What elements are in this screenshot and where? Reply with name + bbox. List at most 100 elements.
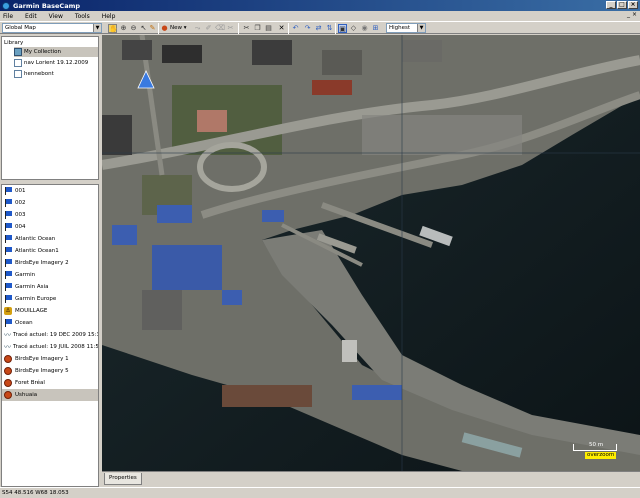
toolbar-separator <box>335 23 336 34</box>
list-icon <box>14 59 22 67</box>
zoom-out-icon[interactable]: ⊖ <box>129 24 138 33</box>
list-icon <box>14 70 22 78</box>
library-item-label: hennebont <box>24 71 54 77</box>
tab-properties[interactable]: Properties <box>104 473 142 485</box>
receive-from-device-icon[interactable]: ⇅ <box>325 24 334 33</box>
copy-icon[interactable]: ❐ <box>253 24 262 33</box>
edit-tool-icon[interactable]: ✐ <box>204 24 213 33</box>
list-item[interactable]: Ocean <box>2 317 98 329</box>
list-item[interactable]: Atlantic Ocean <box>2 233 98 245</box>
library-item-hennebont[interactable]: hennebont <box>14 69 54 79</box>
close-button[interactable]: × <box>628 1 638 9</box>
list-item[interactable]: BirdsEye Imagery 2 <box>2 257 98 269</box>
list-item[interactable]: 002 <box>2 197 98 209</box>
list-item[interactable]: Garmin Asia <box>2 281 98 293</box>
birdseye-icon <box>4 367 12 375</box>
list-item[interactable]: Foret Bréal <box>2 377 98 389</box>
warehouse-roof <box>152 245 222 290</box>
eraser-icon[interactable]: ⌫ <box>215 24 225 33</box>
title-bar: Garmin BaseCamp _ □ × <box>0 0 640 11</box>
list-item[interactable]: Atlantic Ocean1 <box>2 245 98 257</box>
menu-edit[interactable]: Edit <box>25 13 37 20</box>
flag-icon <box>4 295 12 303</box>
parking-lot <box>362 115 522 155</box>
list-item[interactable]: 〰 Tracé actuel: 19 DEC 2009 15:35 <box>2 329 98 341</box>
warehouse-roof <box>112 225 137 245</box>
list-item[interactable]: 004 <box>2 221 98 233</box>
map-selector[interactable]: Global Map ▼ <box>2 23 102 33</box>
chevron-down-icon[interactable]: ▼ <box>417 24 425 32</box>
library-item-my-collection[interactable]: My Collection <box>14 47 98 57</box>
menu-bar: File Edit View Tools Help <box>0 11 640 21</box>
scale-label: 50 m <box>589 442 604 448</box>
cursor-coordinates: S54 48.516 W68 18.053 <box>2 490 69 496</box>
map-view-icon[interactable]: ▣ <box>338 24 347 33</box>
track-icon: 〰 <box>4 343 11 351</box>
flag-icon <box>4 319 12 327</box>
maximize-button[interactable]: □ <box>617 1 627 9</box>
3d-view-icon[interactable]: ◇ <box>349 24 358 33</box>
list-item[interactable]: Garmin Europe <box>2 293 98 305</box>
menu-help[interactable]: Help <box>102 13 116 20</box>
undo-icon[interactable]: ↶ <box>291 24 300 33</box>
ship <box>222 385 312 407</box>
building <box>402 40 442 62</box>
list-item[interactable]: Garmin <box>2 269 98 281</box>
new-button-label: New <box>170 25 182 31</box>
detail-level-selector[interactable]: Highest ▼ <box>386 23 426 33</box>
anchor-icon: ⚓ <box>4 307 12 315</box>
flag-icon <box>4 187 12 195</box>
minimize-button[interactable]: _ <box>606 1 616 9</box>
globe-icon[interactable]: ◉ <box>360 24 369 33</box>
select-arrow-icon[interactable]: ↖ <box>139 24 148 33</box>
route-tool-icon[interactable]: ⤳ <box>193 24 202 33</box>
new-icon[interactable]: ● <box>160 24 169 33</box>
cut-icon[interactable]: ✂ <box>242 24 251 33</box>
library-tree: Library My Collection nav Lorient 19.12.… <box>1 36 99 180</box>
flag-icon <box>4 235 12 243</box>
map-view[interactable]: 50 m overzoom <box>102 35 640 471</box>
menu-file[interactable]: File <box>3 13 13 20</box>
building <box>162 45 202 63</box>
measure-icon[interactable]: ✎ <box>148 24 157 33</box>
status-bar: S54 48.516 W68 18.053 <box>0 487 640 498</box>
list-item-selected[interactable]: Ushuaia <box>2 389 98 401</box>
scissors-icon[interactable]: ✂ <box>226 24 235 33</box>
mdi-close-button[interactable]: × <box>632 11 637 18</box>
birdseye-icon <box>4 355 12 363</box>
new-button[interactable]: New ▾ <box>170 25 187 31</box>
send-to-device-icon[interactable]: ⇄ <box>314 24 323 33</box>
mdi-minimize-button[interactable]: _ <box>627 11 630 18</box>
flag-icon <box>4 211 12 219</box>
birdseye-icon <box>4 391 12 399</box>
mdi-controls: _ × <box>627 11 637 18</box>
list-item[interactable]: ⚓ MOUILLAGE <box>2 305 98 317</box>
hand-tool-icon[interactable]: ✋ <box>108 24 118 33</box>
zoom-in-icon[interactable]: ⊕ <box>119 24 128 33</box>
fit-view-icon[interactable]: ⊞ <box>371 24 380 33</box>
list-item[interactable]: BirdsEye Imagery 1 <box>2 353 98 365</box>
list-item[interactable]: 001 <box>2 185 98 197</box>
warehouse-roof <box>157 205 192 223</box>
satellite-imagery <box>102 35 640 471</box>
list-item[interactable]: 〰 Tracé actuel: 19 JUIL 2008 11:53 <box>2 341 98 353</box>
birdseye-icon <box>4 379 12 387</box>
menu-tools[interactable]: Tools <box>75 13 90 20</box>
delete-icon[interactable]: ✕ <box>277 24 286 33</box>
flag-icon <box>4 199 12 207</box>
window-controls: _ □ × <box>606 1 638 9</box>
list-item[interactable]: BirdsEye Imagery 5 <box>2 365 98 377</box>
paste-icon[interactable]: ▤ <box>264 24 273 33</box>
menu-view[interactable]: View <box>49 13 63 20</box>
window-title: Garmin BaseCamp <box>13 1 81 10</box>
flag-icon <box>4 271 12 279</box>
library-item-nav-lorient[interactable]: nav Lorient 19.12.2009 <box>14 58 88 68</box>
chevron-down-icon[interactable]: ▼ <box>93 24 101 32</box>
flag-icon <box>4 247 12 255</box>
redo-icon[interactable]: ↷ <box>303 24 312 33</box>
warehouse-roof <box>222 290 242 305</box>
list-item[interactable]: 003 <box>2 209 98 221</box>
overzoom-badge: overzoom <box>585 452 617 459</box>
building <box>312 80 352 95</box>
library-item-label: My Collection <box>24 49 61 55</box>
